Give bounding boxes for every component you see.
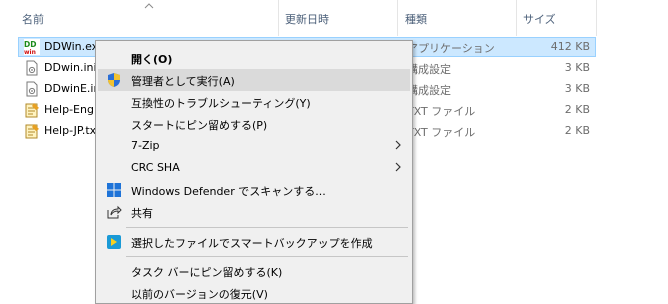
file-size: 412 KB	[550, 40, 590, 53]
menu-item-label: 7-Zip	[131, 139, 160, 152]
column-divider[interactable]	[516, 0, 517, 36]
column-divider[interactable]	[397, 0, 398, 36]
file-type: 構成設定	[407, 84, 451, 97]
column-type[interactable]: 種類	[405, 11, 427, 27]
column-divider[interactable]	[278, 0, 279, 36]
sort-ascending-icon	[144, 3, 154, 9]
menu-item-label: 開く(O)	[131, 53, 173, 66]
menu-item-label: 選択したファイルでスマートバックアップを作成	[131, 237, 373, 250]
file-size: 2 KB	[564, 103, 590, 116]
menu-separator	[126, 256, 408, 257]
context-menu: 開く(O) 管理者として実行(A) 互換性のトラブルシューティング(Y) スター…	[95, 40, 413, 304]
menu-item-label: CRC SHA	[131, 161, 180, 174]
file-type: アプリケーション	[407, 42, 495, 55]
share-icon	[107, 205, 122, 219]
menu-item-label: スタートにピン留めする(P)	[131, 119, 268, 132]
submenu-arrow-icon	[395, 162, 401, 172]
menu-item-pin-to-taskbar[interactable]: タスク バーにピン留めする(K)	[98, 260, 410, 282]
svg-text:win: win	[24, 49, 36, 55]
menu-item-label: 共有	[131, 207, 153, 220]
menu-separator	[126, 227, 408, 228]
file-size: 2 KB	[564, 124, 590, 137]
file-name: Help-JP.txt	[44, 124, 101, 137]
column-name[interactable]: 名前	[22, 11, 44, 27]
ini-file-icon	[26, 60, 38, 76]
menu-item-label: タスク バーにピン留めする(K)	[131, 266, 283, 279]
menu-item-7zip[interactable]: 7-Zip	[98, 135, 410, 157]
menu-item-open[interactable]: 開く(O)	[98, 47, 410, 69]
file-size: 3 KB	[564, 82, 590, 95]
text-file-icon	[25, 124, 39, 139]
menu-item-label: 以前のバージョンの復元(V)	[131, 288, 268, 301]
smart-backup-icon	[107, 235, 121, 249]
menu-item-smart-backup[interactable]: 選択したファイルでスマートバックアップを作成	[98, 231, 410, 253]
ddwin-app-icon: DD win	[24, 39, 40, 55]
file-size: 3 KB	[564, 61, 590, 74]
file-type: 構成設定	[407, 63, 451, 76]
menu-item-run-as-admin[interactable]: 管理者として実行(A)	[98, 69, 410, 91]
menu-item-label: Windows Defender でスキャンする...	[131, 185, 326, 198]
file-type: TXT ファイル	[407, 126, 476, 139]
column-divider[interactable]	[596, 0, 597, 36]
uac-shield-icon	[108, 73, 120, 87]
menu-item-pin-to-start[interactable]: スタートにピン留めする(P)	[98, 113, 410, 135]
menu-item-defender-scan[interactable]: Windows Defender でスキャンする...	[98, 179, 410, 201]
ini-file-icon	[26, 81, 38, 97]
menu-item-crc-sha[interactable]: CRC SHA	[98, 157, 410, 179]
submenu-arrow-icon	[395, 140, 401, 150]
file-name: Help-Eng	[44, 103, 94, 116]
windows-defender-icon	[107, 183, 121, 197]
svg-text:DD: DD	[24, 40, 36, 49]
file-type: TXT ファイル	[407, 105, 476, 118]
menu-item-share[interactable]: 共有	[98, 201, 410, 223]
column-size[interactable]: サイズ	[523, 11, 556, 27]
column-modified[interactable]: 更新日時	[285, 11, 329, 27]
column-header: 名前 更新日時 種類 サイズ	[0, 0, 668, 36]
menu-item-label: 互換性のトラブルシューティング(Y)	[131, 97, 311, 110]
text-file-icon	[25, 103, 39, 118]
file-name: DDwin.ini	[44, 61, 97, 74]
menu-item-troubleshoot-compatibility[interactable]: 互換性のトラブルシューティング(Y)	[98, 91, 410, 113]
menu-item-label: 管理者として実行(A)	[131, 75, 235, 88]
